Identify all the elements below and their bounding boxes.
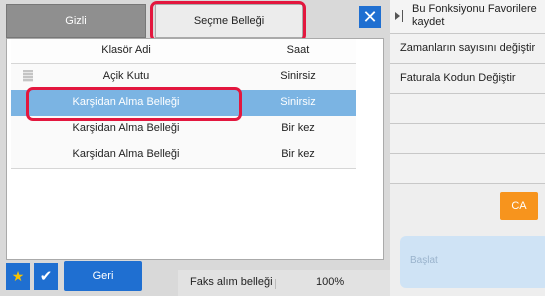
tab-highlight-frame — [150, 1, 306, 42]
row-name: Karşidan Alma Belleği — [72, 148, 180, 160]
row-value: Bir kez — [281, 122, 315, 134]
memory-select-dialog: Gizli Seçme Belleği ✕ Klasör Adi Saat Aç… — [0, 0, 390, 296]
back-button[interactable]: Geri — [64, 261, 142, 291]
folder-list: Klasör Adi Saat Açik Kutu Sinirsiz Karşi… — [6, 38, 384, 260]
list-row[interactable]: Karşidan Alma Belleği Bir kez — [11, 142, 356, 169]
right-empty-item — [390, 94, 545, 124]
list-column-header: Klasör Adi Saat — [11, 39, 356, 64]
register-favorites-button[interactable]: Bu Fonksiyonu Favorilere kaydet — [390, 0, 545, 34]
row-value: Sinirsiz — [280, 70, 316, 82]
row-name: Açik Kutu — [102, 70, 150, 82]
fax-memory-percent: 100% — [316, 276, 345, 288]
row-value: Bir kez — [281, 148, 315, 160]
status-divider — [275, 279, 276, 289]
change-count-button[interactable]: Zamanların sayısını değiştir — [390, 34, 545, 64]
change-count-label: Zamanların sayısını değiştir — [400, 42, 536, 54]
right-function-panel: Bu Fonksiyonu Favorilere kaydet Zamanlar… — [390, 0, 545, 296]
play-divider — [402, 10, 403, 22]
fax-memory-label: Faks alım belleği — [190, 276, 273, 288]
change-billing-code-label: Faturala Kodun Değiştir — [400, 72, 516, 84]
start-label: Başlat — [410, 255, 438, 266]
play-icon — [395, 12, 400, 20]
tab-gizli[interactable]: Gizli — [6, 4, 146, 38]
column-header-folder-name: Klasör Adi — [101, 44, 151, 56]
close-icon[interactable]: ✕ — [359, 6, 381, 28]
right-empty-item — [390, 154, 545, 184]
register-favorites-label: Bu Fonksiyonu Favorilere kaydet — [412, 3, 537, 28]
column-header-time: Saat — [286, 44, 310, 56]
check-icon[interactable]: ✔ — [34, 263, 58, 290]
row-highlight-frame — [26, 87, 242, 121]
right-empty-item — [390, 124, 545, 154]
ca-button[interactable]: CA — [500, 192, 538, 220]
start-button[interactable]: Başlat — [400, 236, 545, 288]
star-icon[interactable]: ★ — [6, 263, 30, 290]
status-bar: Faks alım belleği 100% — [178, 270, 390, 296]
row-value: Sinirsiz — [280, 96, 316, 108]
change-billing-code-button[interactable]: Faturala Kodun Değiştir — [390, 64, 545, 94]
